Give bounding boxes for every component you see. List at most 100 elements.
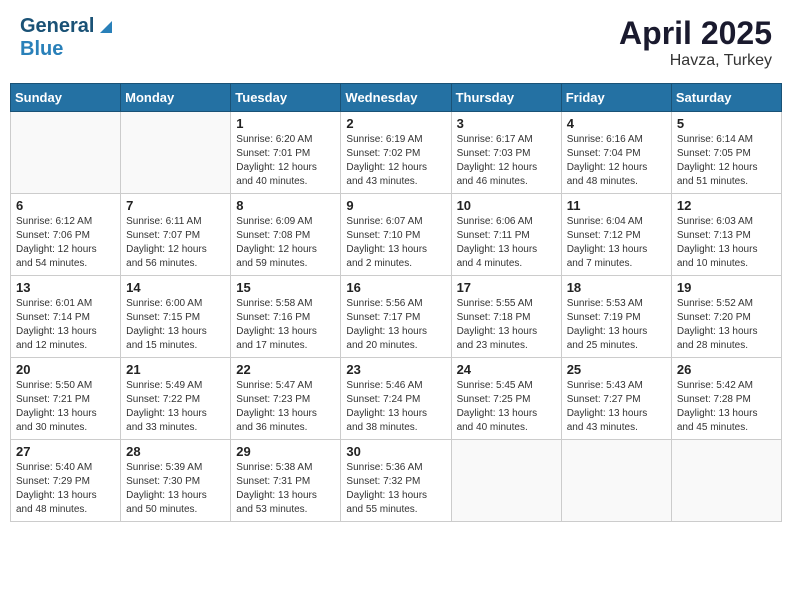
sunset-text: Sunset: 7:17 PM bbox=[346, 311, 445, 325]
table-row: 4Sunrise: 6:16 AMSunset: 7:04 PMDaylight… bbox=[561, 112, 671, 194]
day-info: Sunrise: 5:52 AMSunset: 7:20 PMDaylight:… bbox=[677, 297, 776, 353]
sunset-text: Sunset: 7:04 PM bbox=[567, 147, 666, 161]
table-row: 9 Sunrise: 6:07 AMSunset: 7:10 PMDaylight… bbox=[341, 194, 451, 276]
sunset-text: Sunset: 7:08 PM bbox=[236, 229, 335, 243]
logo-general-text: General bbox=[20, 15, 94, 38]
table-row: 22 Sunrise: 5:47 AMSunset: 7:23 PMDayligh… bbox=[231, 358, 341, 440]
day-number: 6 bbox=[16, 198, 115, 213]
day-number: 14 bbox=[126, 280, 225, 295]
daylight-text: Daylight: 13 hours and 10 minutes. bbox=[677, 243, 776, 271]
table-row: 10Sunrise: 6:06 AMSunset: 7:11 PMDayligh… bbox=[451, 194, 561, 276]
day-info: Sunrise: 6:03 AMSunset: 7:13 PMDaylight:… bbox=[677, 215, 776, 271]
day-number: 1 bbox=[236, 116, 335, 131]
day-number: 9 bbox=[346, 198, 445, 213]
table-row: 18Sunrise: 5:53 AMSunset: 7:19 PMDayligh… bbox=[561, 276, 671, 358]
calendar-week-row: 27Sunrise: 5:40 AMSunset: 7:29 PMDayligh… bbox=[11, 440, 782, 522]
sunset-text: Sunset: 7:20 PM bbox=[677, 311, 776, 325]
sunrise-text: Sunrise: 5:52 AM bbox=[677, 297, 776, 311]
day-number: 25 bbox=[567, 362, 666, 377]
table-row: 28Sunrise: 5:39 AMSunset: 7:30 PMDayligh… bbox=[121, 440, 231, 522]
day-number: 16 bbox=[346, 280, 445, 295]
day-number: 13 bbox=[16, 280, 115, 295]
sunset-text: Sunset: 7:12 PM bbox=[567, 229, 666, 243]
daylight-text: Daylight: 13 hours and 55 minutes. bbox=[346, 489, 445, 517]
day-number: 2 bbox=[346, 116, 445, 131]
daylight-text: Daylight: 13 hours and 20 minutes. bbox=[346, 325, 445, 353]
daylight-text: Daylight: 13 hours and 53 minutes. bbox=[236, 489, 335, 517]
day-number: 22 bbox=[236, 362, 335, 377]
day-info: Sunrise: 6:07 AMSunset: 7:10 PMDaylight:… bbox=[346, 215, 445, 271]
day-info: Sunrise: 6:09 AMSunset: 7:08 PMDaylight:… bbox=[236, 215, 335, 271]
sunrise-text: Sunrise: 6:07 AM bbox=[346, 215, 445, 229]
day-number: 24 bbox=[457, 362, 556, 377]
day-info: Sunrise: 5:40 AMSunset: 7:29 PMDaylight:… bbox=[16, 461, 115, 517]
day-info: Sunrise: 6:19 AMSunset: 7:02 PMDaylight:… bbox=[346, 133, 445, 189]
sunrise-text: Sunrise: 5:36 AM bbox=[346, 461, 445, 475]
sunrise-text: Sunrise: 6:12 AM bbox=[16, 215, 115, 229]
daylight-text: Daylight: 12 hours and 48 minutes. bbox=[567, 161, 666, 189]
title-block: April 2025 Havza, Turkey bbox=[619, 15, 772, 70]
sunrise-text: Sunrise: 6:11 AM bbox=[126, 215, 225, 229]
sunset-text: Sunset: 7:21 PM bbox=[16, 393, 115, 407]
day-info: Sunrise: 5:43 AMSunset: 7:27 PMDaylight:… bbox=[567, 379, 666, 435]
table-row bbox=[671, 440, 781, 522]
sunset-text: Sunset: 7:14 PM bbox=[16, 311, 115, 325]
table-row: 13Sunrise: 6:01 AMSunset: 7:14 PMDayligh… bbox=[11, 276, 121, 358]
sunrise-text: Sunrise: 6:09 AM bbox=[236, 215, 335, 229]
sunrise-text: Sunrise: 5:55 AM bbox=[457, 297, 556, 311]
sunset-text: Sunset: 7:24 PM bbox=[346, 393, 445, 407]
day-info: Sunrise: 6:14 AMSunset: 7:05 PMDaylight:… bbox=[677, 133, 776, 189]
sunrise-text: Sunrise: 6:19 AM bbox=[346, 133, 445, 147]
daylight-text: Daylight: 13 hours and 23 minutes. bbox=[457, 325, 556, 353]
sunset-text: Sunset: 7:01 PM bbox=[236, 147, 335, 161]
table-row: 30Sunrise: 5:36 AMSunset: 7:32 PMDayligh… bbox=[341, 440, 451, 522]
day-number: 29 bbox=[236, 444, 335, 459]
day-number: 11 bbox=[567, 198, 666, 213]
day-info: Sunrise: 5:49 AMSunset: 7:22 PMDaylight:… bbox=[126, 379, 225, 435]
daylight-text: Daylight: 13 hours and 38 minutes. bbox=[346, 407, 445, 435]
table-row bbox=[561, 440, 671, 522]
day-number: 12 bbox=[677, 198, 776, 213]
daylight-text: Daylight: 13 hours and 33 minutes. bbox=[126, 407, 225, 435]
day-info: Sunrise: 5:36 AMSunset: 7:32 PMDaylight:… bbox=[346, 461, 445, 517]
day-info: Sunrise: 6:12 AMSunset: 7:06 PMDaylight:… bbox=[16, 215, 115, 271]
calendar-title: April 2025 bbox=[619, 15, 772, 52]
day-info: Sunrise: 5:47 AMSunset: 7:23 PMDaylight:… bbox=[236, 379, 335, 435]
daylight-text: Daylight: 13 hours and 2 minutes. bbox=[346, 243, 445, 271]
calendar-week-row: 6 Sunrise: 6:12 AMSunset: 7:06 PMDaylight… bbox=[11, 194, 782, 276]
sunrise-text: Sunrise: 6:20 AM bbox=[236, 133, 335, 147]
day-info: Sunrise: 6:17 AMSunset: 7:03 PMDaylight:… bbox=[457, 133, 556, 189]
daylight-text: Daylight: 12 hours and 54 minutes. bbox=[16, 243, 115, 271]
day-number: 4 bbox=[567, 116, 666, 131]
calendar-table: Sunday Monday Tuesday Wednesday Thursday… bbox=[10, 83, 782, 522]
daylight-text: Daylight: 13 hours and 4 minutes. bbox=[457, 243, 556, 271]
sunrise-text: Sunrise: 5:56 AM bbox=[346, 297, 445, 311]
day-number: 18 bbox=[567, 280, 666, 295]
calendar-week-row: 13Sunrise: 6:01 AMSunset: 7:14 PMDayligh… bbox=[11, 276, 782, 358]
table-row: 12 Sunrise: 6:03 AMSunset: 7:13 PMDayligh… bbox=[671, 194, 781, 276]
daylight-text: Daylight: 13 hours and 30 minutes. bbox=[16, 407, 115, 435]
logo-icon bbox=[96, 17, 116, 37]
table-row: 24 Sunrise: 5:45 AMSunset: 7:25 PMDayligh… bbox=[451, 358, 561, 440]
sunrise-text: Sunrise: 6:17 AM bbox=[457, 133, 556, 147]
table-row: 15Sunrise: 5:58 AMSunset: 7:16 PMDayligh… bbox=[231, 276, 341, 358]
sunset-text: Sunset: 7:02 PM bbox=[346, 147, 445, 161]
daylight-text: Daylight: 13 hours and 15 minutes. bbox=[126, 325, 225, 353]
sunrise-text: Sunrise: 6:00 AM bbox=[126, 297, 225, 311]
sunrise-text: Sunrise: 5:49 AM bbox=[126, 379, 225, 393]
sunrise-text: Sunrise: 6:04 AM bbox=[567, 215, 666, 229]
sunset-text: Sunset: 7:31 PM bbox=[236, 475, 335, 489]
sunset-text: Sunset: 7:23 PM bbox=[236, 393, 335, 407]
table-row: 14Sunrise: 6:00 AMSunset: 7:15 PMDayligh… bbox=[121, 276, 231, 358]
table-row: 8Sunrise: 6:09 AMSunset: 7:08 PMDaylight… bbox=[231, 194, 341, 276]
col-monday: Monday bbox=[121, 84, 231, 112]
sunrise-text: Sunrise: 5:50 AM bbox=[16, 379, 115, 393]
day-number: 7 bbox=[126, 198, 225, 213]
table-row: 16 Sunrise: 5:56 AMSunset: 7:17 PMDayligh… bbox=[341, 276, 451, 358]
day-info: Sunrise: 6:20 AMSunset: 7:01 PMDaylight:… bbox=[236, 133, 335, 189]
day-info: Sunrise: 5:45 AMSunset: 7:25 PMDaylight:… bbox=[457, 379, 556, 435]
sunrise-text: Sunrise: 5:42 AM bbox=[677, 379, 776, 393]
day-number: 5 bbox=[677, 116, 776, 131]
table-row: 3Sunrise: 6:17 AMSunset: 7:03 PMDaylight… bbox=[451, 112, 561, 194]
sunset-text: Sunset: 7:32 PM bbox=[346, 475, 445, 489]
